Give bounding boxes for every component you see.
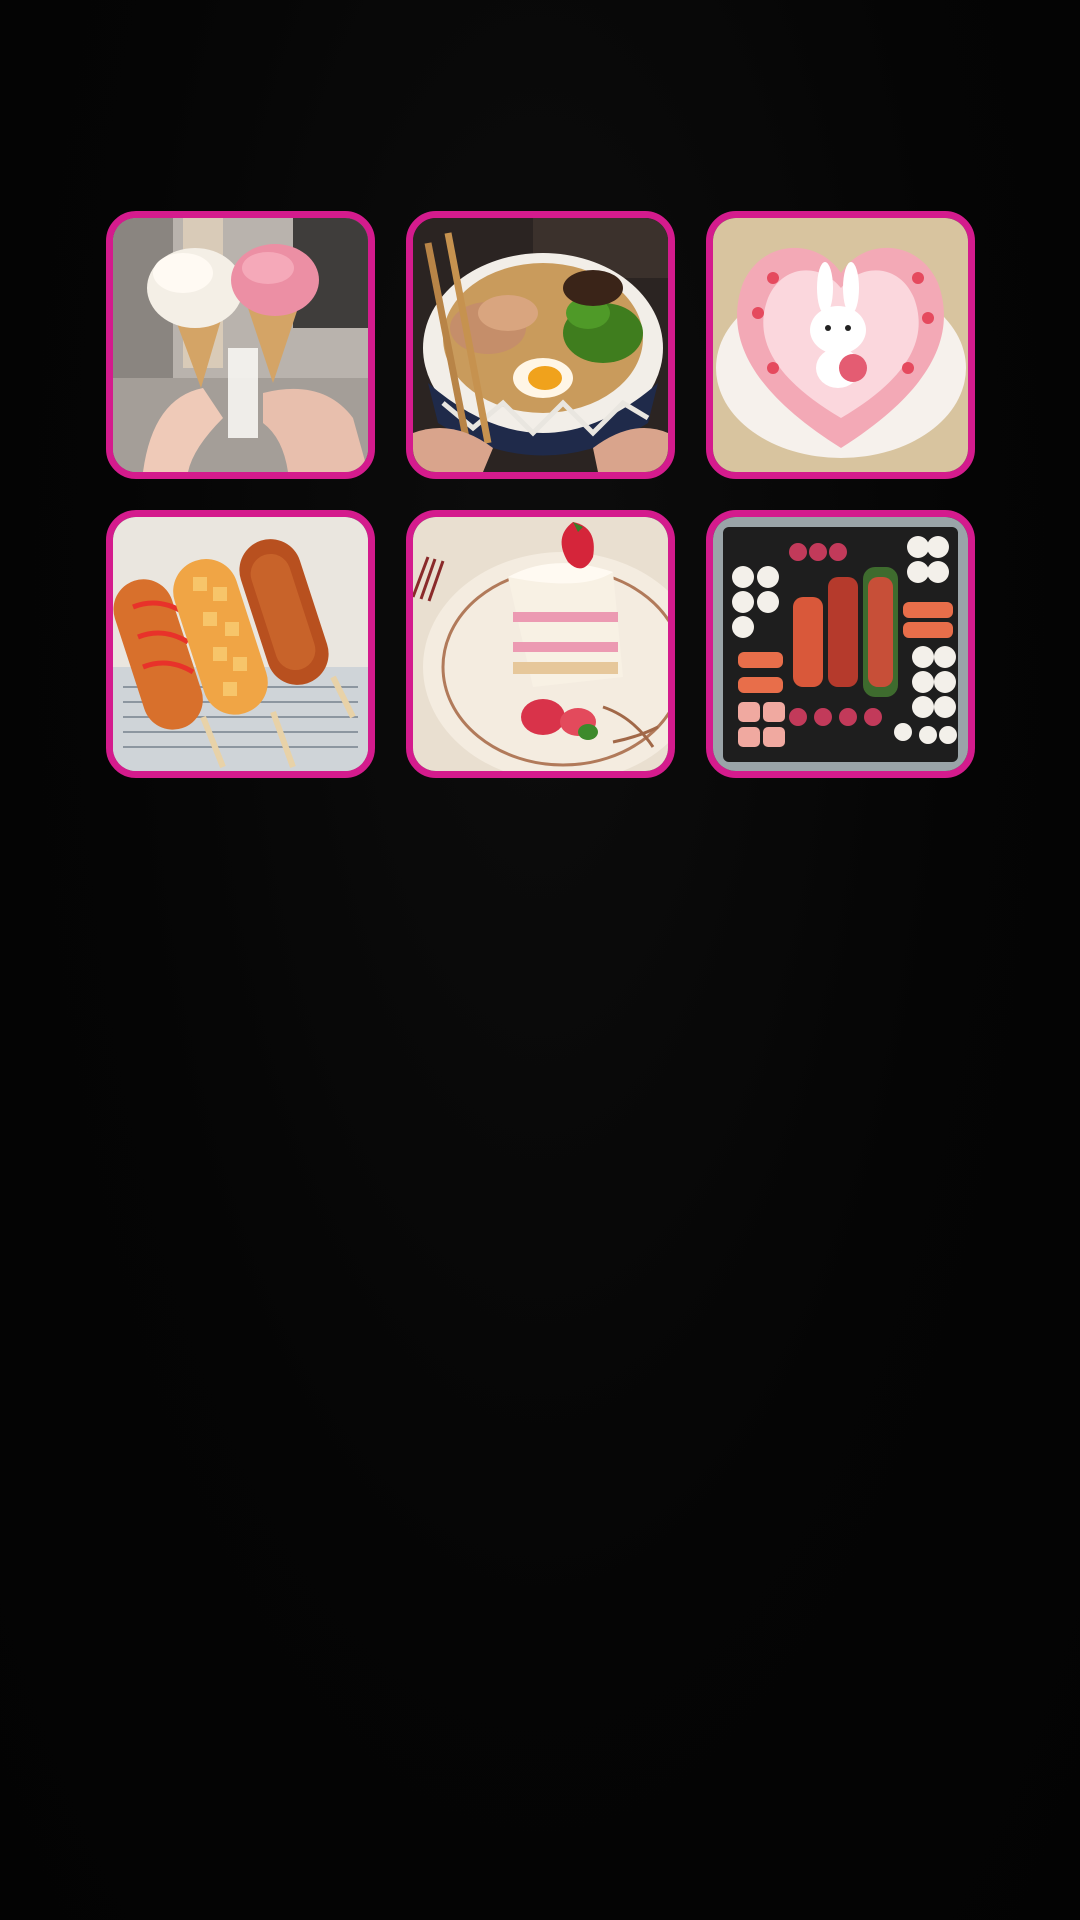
tile-corndogs[interactable] [106,510,375,778]
tile-ramen[interactable] [406,211,675,479]
photo-grid [106,211,976,778]
pink-heart-cake-photo [713,218,968,472]
ice-cream-cones-photo [113,218,368,472]
home-screen [0,0,1080,1920]
korean-corndogs-photo [113,517,368,771]
strawberry-shortcake-photo [413,517,668,771]
tile-shortcake[interactable] [406,510,675,778]
ramen-bowl-photo [413,218,668,472]
sushi-box-photo [713,517,968,771]
tile-sushi[interactable] [706,510,975,778]
tile-heart-cake[interactable] [706,211,975,479]
tile-ice-cream[interactable] [106,211,375,479]
